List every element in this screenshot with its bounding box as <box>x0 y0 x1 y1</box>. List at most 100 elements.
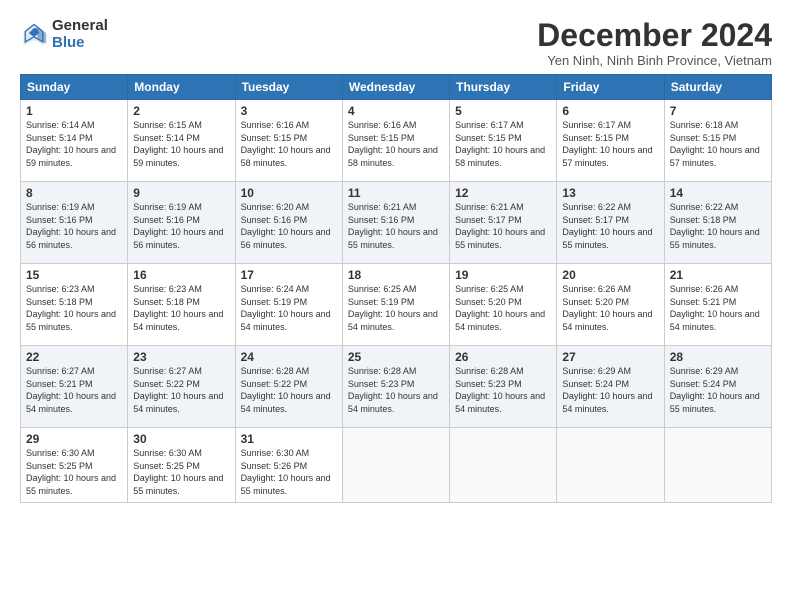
day-info: Sunrise: 6:21 AM Sunset: 5:17 PM Dayligh… <box>455 201 551 251</box>
day-number: 9 <box>133 186 229 200</box>
day-number: 18 <box>348 268 444 282</box>
day-number: 27 <box>562 350 658 364</box>
day-number: 12 <box>455 186 551 200</box>
day-number: 15 <box>26 268 122 282</box>
day-info: Sunrise: 6:25 AM Sunset: 5:19 PM Dayligh… <box>348 283 444 333</box>
table-row: 11Sunrise: 6:21 AM Sunset: 5:16 PM Dayli… <box>342 182 449 264</box>
day-info: Sunrise: 6:29 AM Sunset: 5:24 PM Dayligh… <box>562 365 658 415</box>
day-info: Sunrise: 6:22 AM Sunset: 5:18 PM Dayligh… <box>670 201 766 251</box>
header: General Blue December 2024 Yen Ninh, Nin… <box>20 18 772 68</box>
table-row: 9Sunrise: 6:19 AM Sunset: 5:16 PM Daylig… <box>128 182 235 264</box>
header-tuesday: Tuesday <box>235 75 342 100</box>
day-number: 23 <box>133 350 229 364</box>
table-row <box>557 428 664 502</box>
day-info: Sunrise: 6:22 AM Sunset: 5:17 PM Dayligh… <box>562 201 658 251</box>
day-info: Sunrise: 6:28 AM Sunset: 5:23 PM Dayligh… <box>348 365 444 415</box>
day-number: 26 <box>455 350 551 364</box>
day-info: Sunrise: 6:19 AM Sunset: 5:16 PM Dayligh… <box>133 201 229 251</box>
table-row: 8Sunrise: 6:19 AM Sunset: 5:16 PM Daylig… <box>21 182 128 264</box>
day-info: Sunrise: 6:30 AM Sunset: 5:26 PM Dayligh… <box>241 447 337 497</box>
table-row: 18Sunrise: 6:25 AM Sunset: 5:19 PM Dayli… <box>342 264 449 346</box>
day-number: 14 <box>670 186 766 200</box>
table-row: 10Sunrise: 6:20 AM Sunset: 5:16 PM Dayli… <box>235 182 342 264</box>
header-thursday: Thursday <box>450 75 557 100</box>
day-info: Sunrise: 6:28 AM Sunset: 5:22 PM Dayligh… <box>241 365 337 415</box>
table-row: 23Sunrise: 6:27 AM Sunset: 5:22 PM Dayli… <box>128 346 235 428</box>
table-row: 27Sunrise: 6:29 AM Sunset: 5:24 PM Dayli… <box>557 346 664 428</box>
day-number: 6 <box>562 104 658 118</box>
day-info: Sunrise: 6:23 AM Sunset: 5:18 PM Dayligh… <box>26 283 122 333</box>
header-sunday: Sunday <box>21 75 128 100</box>
month-title: December 2024 <box>537 18 772 53</box>
table-row: 4Sunrise: 6:16 AM Sunset: 5:15 PM Daylig… <box>342 100 449 182</box>
table-row: 14Sunrise: 6:22 AM Sunset: 5:18 PM Dayli… <box>664 182 771 264</box>
logo-general-text: General <box>52 18 108 35</box>
day-info: Sunrise: 6:27 AM Sunset: 5:22 PM Dayligh… <box>133 365 229 415</box>
table-row <box>664 428 771 502</box>
table-row: 6Sunrise: 6:17 AM Sunset: 5:15 PM Daylig… <box>557 100 664 182</box>
day-number: 11 <box>348 186 444 200</box>
calendar-header-row: Sunday Monday Tuesday Wednesday Thursday… <box>21 75 772 100</box>
table-row: 16Sunrise: 6:23 AM Sunset: 5:18 PM Dayli… <box>128 264 235 346</box>
day-number: 3 <box>241 104 337 118</box>
location-subtitle: Yen Ninh, Ninh Binh Province, Vietnam <box>537 53 772 68</box>
day-number: 8 <box>26 186 122 200</box>
day-number: 7 <box>670 104 766 118</box>
table-row: 13Sunrise: 6:22 AM Sunset: 5:17 PM Dayli… <box>557 182 664 264</box>
table-row: 20Sunrise: 6:26 AM Sunset: 5:20 PM Dayli… <box>557 264 664 346</box>
day-info: Sunrise: 6:26 AM Sunset: 5:21 PM Dayligh… <box>670 283 766 333</box>
table-row: 12Sunrise: 6:21 AM Sunset: 5:17 PM Dayli… <box>450 182 557 264</box>
day-info: Sunrise: 6:30 AM Sunset: 5:25 PM Dayligh… <box>133 447 229 497</box>
day-number: 24 <box>241 350 337 364</box>
day-info: Sunrise: 6:16 AM Sunset: 5:15 PM Dayligh… <box>241 119 337 169</box>
day-number: 13 <box>562 186 658 200</box>
day-info: Sunrise: 6:23 AM Sunset: 5:18 PM Dayligh… <box>133 283 229 333</box>
day-number: 31 <box>241 432 337 446</box>
day-number: 5 <box>455 104 551 118</box>
logo-text: General Blue <box>52 18 108 51</box>
day-number: 1 <box>26 104 122 118</box>
table-row: 5Sunrise: 6:17 AM Sunset: 5:15 PM Daylig… <box>450 100 557 182</box>
day-number: 22 <box>26 350 122 364</box>
calendar-table: Sunday Monday Tuesday Wednesday Thursday… <box>20 74 772 502</box>
day-info: Sunrise: 6:17 AM Sunset: 5:15 PM Dayligh… <box>455 119 551 169</box>
logo-blue-text: Blue <box>52 35 108 52</box>
table-row: 21Sunrise: 6:26 AM Sunset: 5:21 PM Dayli… <box>664 264 771 346</box>
table-row: 25Sunrise: 6:28 AM Sunset: 5:23 PM Dayli… <box>342 346 449 428</box>
table-row: 2Sunrise: 6:15 AM Sunset: 5:14 PM Daylig… <box>128 100 235 182</box>
table-row: 29Sunrise: 6:30 AM Sunset: 5:25 PM Dayli… <box>21 428 128 502</box>
table-row: 3Sunrise: 6:16 AM Sunset: 5:15 PM Daylig… <box>235 100 342 182</box>
day-info: Sunrise: 6:26 AM Sunset: 5:20 PM Dayligh… <box>562 283 658 333</box>
header-monday: Monday <box>128 75 235 100</box>
table-row: 19Sunrise: 6:25 AM Sunset: 5:20 PM Dayli… <box>450 264 557 346</box>
table-row: 30Sunrise: 6:30 AM Sunset: 5:25 PM Dayli… <box>128 428 235 502</box>
day-number: 30 <box>133 432 229 446</box>
day-info: Sunrise: 6:18 AM Sunset: 5:15 PM Dayligh… <box>670 119 766 169</box>
header-friday: Friday <box>557 75 664 100</box>
logo: General Blue <box>20 18 108 51</box>
day-number: 2 <box>133 104 229 118</box>
table-row <box>450 428 557 502</box>
day-info: Sunrise: 6:15 AM Sunset: 5:14 PM Dayligh… <box>133 119 229 169</box>
day-number: 25 <box>348 350 444 364</box>
day-number: 20 <box>562 268 658 282</box>
table-row: 15Sunrise: 6:23 AM Sunset: 5:18 PM Dayli… <box>21 264 128 346</box>
day-info: Sunrise: 6:24 AM Sunset: 5:19 PM Dayligh… <box>241 283 337 333</box>
day-info: Sunrise: 6:20 AM Sunset: 5:16 PM Dayligh… <box>241 201 337 251</box>
day-number: 21 <box>670 268 766 282</box>
day-info: Sunrise: 6:19 AM Sunset: 5:16 PM Dayligh… <box>26 201 122 251</box>
table-row: 22Sunrise: 6:27 AM Sunset: 5:21 PM Dayli… <box>21 346 128 428</box>
day-info: Sunrise: 6:27 AM Sunset: 5:21 PM Dayligh… <box>26 365 122 415</box>
title-block: December 2024 Yen Ninh, Ninh Binh Provin… <box>537 18 772 68</box>
day-info: Sunrise: 6:29 AM Sunset: 5:24 PM Dayligh… <box>670 365 766 415</box>
day-number: 10 <box>241 186 337 200</box>
day-info: Sunrise: 6:17 AM Sunset: 5:15 PM Dayligh… <box>562 119 658 169</box>
day-info: Sunrise: 6:14 AM Sunset: 5:14 PM Dayligh… <box>26 119 122 169</box>
table-row: 31Sunrise: 6:30 AM Sunset: 5:26 PM Dayli… <box>235 428 342 502</box>
table-row: 28Sunrise: 6:29 AM Sunset: 5:24 PM Dayli… <box>664 346 771 428</box>
page: General Blue December 2024 Yen Ninh, Nin… <box>0 0 792 515</box>
table-row <box>342 428 449 502</box>
day-number: 4 <box>348 104 444 118</box>
header-saturday: Saturday <box>664 75 771 100</box>
day-info: Sunrise: 6:21 AM Sunset: 5:16 PM Dayligh… <box>348 201 444 251</box>
